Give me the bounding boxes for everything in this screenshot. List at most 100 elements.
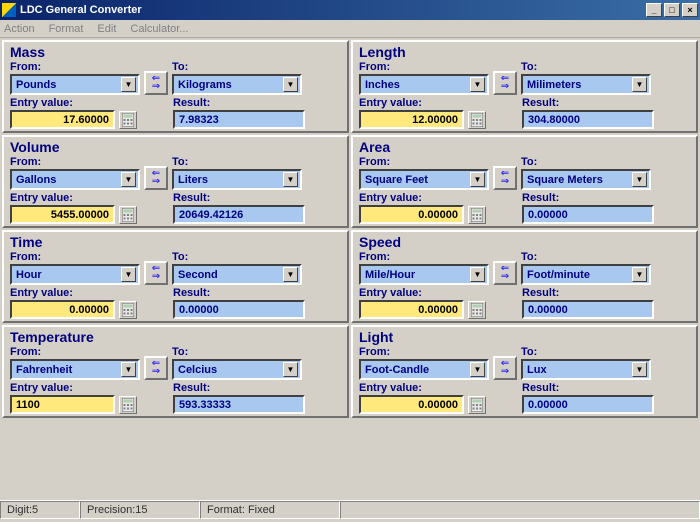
- to-unit-select[interactable]: Lux▼: [521, 359, 651, 380]
- to-unit-select[interactable]: Kilograms▼: [172, 74, 302, 95]
- panel-title: Speed: [359, 234, 690, 250]
- calculator-button[interactable]: [468, 206, 486, 224]
- calculator-button[interactable]: [119, 111, 137, 129]
- to-unit-select[interactable]: Foot/minute▼: [521, 264, 651, 285]
- calculator-button[interactable]: [119, 206, 137, 224]
- to-unit-select[interactable]: Liters▼: [172, 169, 302, 190]
- result-value: 0.00000: [522, 205, 654, 224]
- entry-input[interactable]: [10, 300, 115, 319]
- to-unit-select[interactable]: Square Meters▼: [521, 169, 651, 190]
- chevron-down-icon: ▼: [283, 267, 298, 282]
- arrow-right-icon: ⇒: [501, 368, 509, 376]
- to-label: To:: [521, 251, 651, 263]
- swap-button[interactable]: ⇐⇒: [493, 71, 517, 95]
- chevron-down-icon: ▼: [470, 77, 485, 92]
- arrow-right-icon: ⇒: [501, 83, 509, 91]
- to-label: To:: [172, 156, 302, 168]
- entry-input[interactable]: [10, 395, 115, 414]
- entry-label: Entry value:: [359, 382, 464, 394]
- result-value: 0.00000: [522, 300, 654, 319]
- to-unit-select[interactable]: Second▼: [172, 264, 302, 285]
- result-label: Result:: [522, 382, 654, 394]
- to-label: To:: [172, 251, 302, 263]
- entry-label: Entry value:: [10, 287, 115, 299]
- menu-edit[interactable]: Edit: [97, 23, 116, 35]
- result-label: Result:: [173, 382, 305, 394]
- entry-input[interactable]: [10, 205, 115, 224]
- maximize-button[interactable]: □: [664, 3, 680, 17]
- panel-temperature: TemperatureFrom:Fahrenheit▼⇐⇒To:Celcius▼…: [2, 325, 349, 418]
- menu-calculator[interactable]: Calculator...: [130, 23, 188, 35]
- chevron-down-icon: ▼: [283, 362, 298, 377]
- panel-area: AreaFrom:Square Feet▼⇐⇒To:Square Meters▼…: [351, 135, 698, 228]
- entry-input[interactable]: [359, 395, 464, 414]
- chevron-down-icon: ▼: [632, 362, 647, 377]
- to-unit-select[interactable]: Celcius▼: [172, 359, 302, 380]
- from-unit-select[interactable]: Gallons▼: [10, 169, 140, 190]
- window-title: LDC General Converter: [20, 4, 644, 16]
- swap-button[interactable]: ⇐⇒: [493, 356, 517, 380]
- panel-title: Temperature: [10, 329, 341, 345]
- arrow-right-icon: ⇒: [152, 178, 160, 186]
- swap-button[interactable]: ⇐⇒: [144, 166, 168, 190]
- entry-label: Entry value:: [10, 382, 115, 394]
- chevron-down-icon: ▼: [121, 267, 136, 282]
- from-label: From:: [10, 251, 140, 263]
- chevron-down-icon: ▼: [470, 172, 485, 187]
- swap-button[interactable]: ⇐⇒: [144, 71, 168, 95]
- close-button[interactable]: ×: [682, 3, 698, 17]
- from-unit-select[interactable]: Foot-Candle▼: [359, 359, 489, 380]
- panel-volume: VolumeFrom:Gallons▼⇐⇒To:Liters▼Entry val…: [2, 135, 349, 228]
- calculator-button[interactable]: [119, 301, 137, 319]
- entry-input[interactable]: [359, 300, 464, 319]
- entry-label: Entry value:: [10, 192, 115, 204]
- swap-button[interactable]: ⇐⇒: [144, 261, 168, 285]
- panel-title: Mass: [10, 44, 341, 60]
- menubar: Action Format Edit Calculator...: [0, 20, 700, 38]
- chevron-down-icon: ▼: [121, 362, 136, 377]
- swap-button[interactable]: ⇐⇒: [493, 261, 517, 285]
- menu-format[interactable]: Format: [49, 23, 84, 35]
- arrow-right-icon: ⇒: [152, 83, 160, 91]
- panel-light: LightFrom:Foot-Candle▼⇐⇒To:Lux▼Entry val…: [351, 325, 698, 418]
- result-label: Result:: [522, 192, 654, 204]
- converter-grid: MassFrom:Pounds▼⇐⇒To:Kilograms▼Entry val…: [0, 38, 700, 500]
- calculator-button[interactable]: [119, 396, 137, 414]
- entry-input[interactable]: [359, 205, 464, 224]
- calculator-button[interactable]: [468, 301, 486, 319]
- from-unit-select[interactable]: Fahrenheit▼: [10, 359, 140, 380]
- calculator-button[interactable]: [468, 111, 486, 129]
- panel-time: TimeFrom:Hour▼⇐⇒ To:Second▼ Entry value: Re…: [2, 230, 349, 323]
- panel-speed: SpeedFrom:Mile/Hour▼⇐⇒To:Foot/minute▼Ent…: [351, 230, 698, 323]
- entry-input[interactable]: [359, 110, 464, 129]
- to-label: To:: [521, 61, 651, 73]
- swap-button[interactable]: ⇐⇒: [144, 356, 168, 380]
- entry-label: Entry value:: [359, 287, 464, 299]
- to-unit-select[interactable]: Milimeters▼: [521, 74, 651, 95]
- calculator-button[interactable]: [468, 396, 486, 414]
- chevron-down-icon: ▼: [632, 172, 647, 187]
- arrow-right-icon: ⇒: [501, 178, 509, 186]
- minimize-button[interactable]: _: [646, 3, 662, 17]
- from-unit-select[interactable]: Square Feet▼: [359, 169, 489, 190]
- status-precision: Precision:15: [80, 501, 200, 519]
- result-label: Result:: [173, 97, 305, 109]
- result-label: Result:: [173, 287, 305, 299]
- result-value: 0.00000: [173, 300, 305, 319]
- result-label: Result:: [522, 97, 654, 109]
- swap-button[interactable]: ⇐⇒: [493, 166, 517, 190]
- from-unit-select[interactable]: Mile/Hour▼: [359, 264, 489, 285]
- chevron-down-icon: ▼: [121, 172, 136, 187]
- menu-action[interactable]: Action: [4, 23, 35, 35]
- panel-length: LengthFrom:Inches▼⇐⇒To:Milimeters▼Entry …: [351, 40, 698, 133]
- chevron-down-icon: ▼: [470, 267, 485, 282]
- chevron-down-icon: ▼: [283, 77, 298, 92]
- entry-input[interactable]: [10, 110, 115, 129]
- panel-title: Time: [10, 234, 341, 250]
- result-value: 7.98323: [173, 110, 305, 129]
- from-unit-select[interactable]: Inches▼: [359, 74, 489, 95]
- from-label: From:: [10, 156, 140, 168]
- from-unit-select[interactable]: Pounds▼: [10, 74, 140, 95]
- from-unit-select[interactable]: Hour▼: [10, 264, 140, 285]
- to-label: To:: [521, 346, 651, 358]
